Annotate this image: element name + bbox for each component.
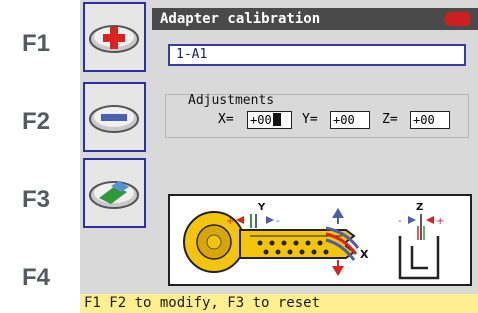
z-label: Z= (382, 112, 398, 127)
page-title: Adapter calibration (160, 11, 321, 27)
x-value: +00 (250, 113, 272, 127)
minus-icon (89, 105, 139, 133)
calibration-diagram: Y + - X Z - + (168, 194, 472, 286)
svg-text:X: X (360, 248, 369, 261)
status-bar: F1 F2 to modify, F3 to reset (80, 294, 478, 313)
f4-key-label: F4 (22, 264, 51, 291)
x-value-field[interactable]: +00 (247, 111, 292, 129)
plus-icon (89, 25, 139, 53)
device-screen: Adapter calibration 1-A1 Adjustments X= … (80, 0, 478, 313)
f2-key-label: F2 (22, 108, 51, 135)
key-calibration-icon: Y + - X Z - + (183, 202, 444, 280)
text-cursor (272, 113, 281, 126)
softkey-column (80, 0, 150, 313)
f3-key-label: F3 (22, 186, 51, 213)
adjustments-label: Adjustments (188, 93, 275, 108)
decrease-button[interactable] (83, 82, 146, 152)
title-bar: Adapter calibration (152, 8, 478, 30)
y-value-field[interactable]: +00 (330, 111, 370, 129)
status-text: F1 F2 to modify, F3 to reset (84, 295, 321, 311)
svg-text:Y: Y (257, 202, 266, 213)
increase-button[interactable] (83, 2, 146, 72)
svg-text:-: - (398, 216, 402, 227)
z-value-field[interactable]: +00 (410, 111, 450, 129)
reset-button[interactable] (83, 158, 146, 228)
y-label: Y= (302, 112, 318, 127)
eraser-icon (89, 181, 139, 209)
adapter-code-field[interactable]: 1-A1 (168, 44, 466, 66)
svg-text:-: - (276, 216, 280, 227)
f1-key-label: F1 (22, 30, 51, 57)
svg-text:+: + (436, 216, 444, 227)
x-label: X= (218, 112, 234, 127)
brand-logo-icon (444, 12, 470, 26)
svg-text:+: + (226, 216, 234, 227)
svg-text:Z: Z (416, 202, 423, 213)
